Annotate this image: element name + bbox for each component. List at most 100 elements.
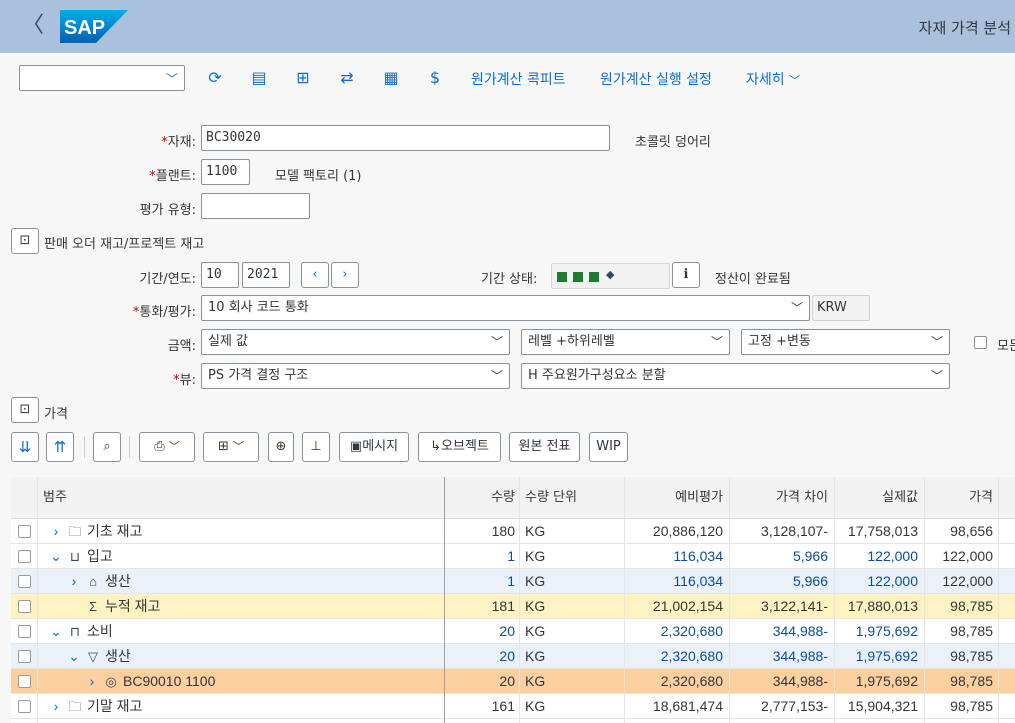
next-period-button[interactable]: › [331, 262, 359, 288]
sum-icon: Σ [88, 599, 98, 614]
more-menu-button[interactable]: 자세히 ﹀ [746, 69, 800, 89]
table-header: 범주 수량 수량 단위 예비평가 가격 차이 실제값 가격 [11, 477, 1015, 519]
material-input[interactable]: BC30020 [201, 125, 610, 151]
previous-period-button[interactable]: ‹ [301, 262, 329, 288]
chevron-down-icon: ﹀ [233, 440, 245, 453]
object-button[interactable]: ↳오브젝트 [418, 432, 501, 462]
cost-component-icon[interactable]: ▤ [246, 65, 272, 91]
expand-toggle-icon[interactable]: › [67, 569, 81, 594]
calculator-icon[interactable]: ▦ [378, 65, 404, 91]
expand-toggle-icon[interactable]: ⌄ [49, 619, 63, 644]
table-row[interactable]: › ⌂ 생산 1 KG 116,034 5,966 122,000 122,000 [11, 569, 1015, 594]
preliminary-cell: 2,320,680 [660, 648, 723, 664]
print-menu-button[interactable]: ⎙ ﹀ [139, 432, 195, 462]
view-label: *뷰: [173, 373, 196, 388]
amount-select[interactable]: 실제 값 ﹀ [201, 329, 510, 355]
category-cell: 생산 [105, 573, 131, 589]
category-cell: 입고 [87, 548, 113, 564]
table-row[interactable]: › 🗀 기말 재고 161 KG 18,681,474 2,777,153- 15,904,3… [11, 694, 1015, 719]
money-bag-icon[interactable]: $ [422, 65, 448, 91]
shell-header: 〈 SAP 자재 가격 분석 [0, 0, 1015, 53]
printer-icon: ⎙ [154, 439, 165, 454]
variance-cell: 5,966 [792, 548, 828, 564]
table-row[interactable]: › 🗀 기초 재고 180 KG 20,886,120 3,128,107- 17,758,0… [11, 519, 1015, 544]
fixed-variable-select[interactable]: 고정 +변동 ﹀ [741, 329, 950, 355]
quantity-cell: 181 [491, 598, 515, 614]
wip-button[interactable]: WIP [589, 432, 628, 462]
table-row[interactable]: Σ 누적 재고 181 KG 21,002,154 3,122,141- 17,880,01… [11, 594, 1015, 619]
quantity-cell: 161 [491, 698, 515, 714]
column-header-price[interactable]: 가격 [925, 477, 993, 519]
column-header-unit[interactable]: 수량 단위 [525, 477, 577, 519]
hierarchy-icon[interactable]: ⊞ [290, 65, 316, 91]
refresh-icon[interactable]: ⟳ [202, 65, 228, 91]
chevron-down-icon: ﹀ [790, 301, 803, 315]
period-year-label: 기간/연도: [139, 272, 196, 287]
level-select[interactable]: 레벨 +하위레벨 ﹀ [521, 329, 730, 355]
row-select-checkbox[interactable] [18, 550, 31, 563]
expand-all-icon[interactable]: ⇊ [11, 432, 39, 462]
currency-value: 10 회사 코드 통화 [208, 300, 309, 315]
expand-toggle-icon[interactable]: ⌄ [49, 544, 63, 569]
row-select-checkbox[interactable] [18, 675, 31, 688]
row-select-checkbox[interactable] [18, 600, 31, 613]
valuation-type-input[interactable] [201, 193, 310, 219]
column-header-variance[interactable]: 가격 차이 [730, 477, 828, 519]
sync-icon[interactable]: ⇄ [334, 65, 360, 91]
layout-menu-button[interactable]: ⊞ ﹀ [203, 432, 259, 462]
column-header-quantity[interactable]: 수량 [445, 477, 515, 519]
row-select-checkbox[interactable] [18, 650, 31, 663]
table-row[interactable]: ⌄ ▽ 생산 20 KG 2,320,680 344,988- 1,975,692 98,785 [11, 644, 1015, 669]
hierarchy-icon[interactable]: ⊥ [302, 432, 330, 462]
column-header-category[interactable]: 범주 [43, 477, 67, 519]
row-select-checkbox[interactable] [18, 625, 31, 638]
folder-icon: 🗀 [68, 524, 82, 539]
costing-cockpit-button[interactable]: 원가계산 콕피트 [471, 69, 566, 89]
column-header-preliminary[interactable]: 예비평가 [625, 477, 723, 519]
expand-section-icon[interactable]: ⊡ [11, 228, 39, 254]
message-button[interactable]: ▣메시지 [339, 432, 409, 462]
status-square-icon [589, 272, 599, 282]
chevron-down-icon: ﹀ [930, 369, 943, 383]
plant-input[interactable]: 1100 [201, 159, 250, 185]
zoom-icon[interactable]: ⊕ [268, 432, 294, 462]
message-icon: ▣ [349, 439, 363, 454]
table-row[interactable]: ⌄ ⊓ 소비 20 KG 2,320,680 344,988- 1,975,692 98,785 [11, 619, 1015, 644]
period-input[interactable]: 10 [201, 262, 239, 288]
original-document-button[interactable]: 원본 전표 [509, 432, 580, 462]
expand-toggle-icon[interactable] [67, 594, 81, 619]
costing-run-settings-button[interactable]: 원가계산 실행 설정 [600, 69, 712, 89]
table-row[interactable]: › ◎ BC90010 1100 20 KG 2,320,680 344,988- 1,975… [11, 669, 1015, 694]
back-button[interactable]: 〈 [20, 12, 46, 40]
expand-toggle-icon[interactable]: › [49, 519, 63, 544]
expand-toggle-icon[interactable]: › [49, 694, 63, 719]
collapse-all-icon[interactable]: ⇈ [46, 432, 74, 462]
row-select-checkbox[interactable] [18, 700, 31, 713]
row-select-checkbox[interactable] [18, 525, 31, 538]
cost-split-select[interactable]: H 주요원가구성요소 분할 ﹀ [521, 363, 950, 389]
column-header-actual[interactable]: 실제값 [835, 477, 918, 519]
production-out-icon: ▽ [88, 649, 98, 664]
quantity-cell: 180 [491, 523, 515, 539]
actual-cell: 17,758,013 [847, 523, 918, 539]
expand-toggle-icon[interactable]: › [85, 669, 99, 694]
search-icon[interactable]: ⌕ [93, 432, 121, 462]
actual-cell: 122,000 [867, 548, 918, 564]
all-checkbox[interactable] [974, 336, 987, 349]
variant-select[interactable]: ﹀ [19, 65, 185, 91]
column-divider [729, 477, 730, 723]
row-select-checkbox[interactable] [18, 575, 31, 588]
year-input[interactable]: 2021 [242, 262, 290, 288]
preliminary-cell: 20,886,120 [652, 523, 723, 539]
expand-toggle-icon[interactable]: ⌄ [67, 644, 81, 669]
view-select[interactable]: PS 가격 결정 구조 ﹀ [201, 363, 510, 389]
currency-select[interactable]: 10 회사 코드 통화 ﹀ [201, 295, 810, 321]
amount-value: 실제 값 [208, 334, 249, 349]
quantity-cell: 20 [499, 648, 515, 664]
info-icon[interactable]: ℹ [672, 262, 700, 288]
sap-logo: SAP [60, 10, 128, 43]
variance-cell: 344,988- [772, 648, 828, 664]
actual-cell: 1,975,692 [855, 648, 918, 664]
expand-section-icon[interactable]: ⊡ [11, 397, 39, 423]
table-row[interactable]: ⌄ ⊔ 입고 1 KG 116,034 5,966 122,000 122,000 [11, 544, 1015, 569]
